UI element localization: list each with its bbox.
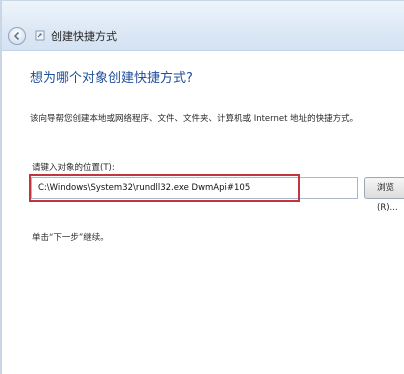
window-title: 创建快捷方式 [51,30,117,43]
page-heading: 想为哪个对象创建快捷方式? [30,71,193,86]
browse-button[interactable]: 浏览(R)... [364,177,404,213]
location-label: 请键入对象的位置(T): [32,163,115,173]
next-step-hint: 单击“下一步”继续。 [32,233,109,243]
title-bar: 创建快捷方式 [2,1,404,51]
shortcut-wizard-icon [35,30,45,41]
wizard-description: 该向导帮您创建本地或网络程序、文件、文件夹、计算机或 Internet 地址的快… [30,114,359,124]
location-input[interactable] [31,177,358,199]
back-arrow-icon [13,31,20,41]
back-button[interactable] [8,27,26,45]
wizard-window: 创建快捷方式 想为哪个对象创建快捷方式? 该向导帮您创建本地或网络程序、文件、文… [0,0,404,374]
